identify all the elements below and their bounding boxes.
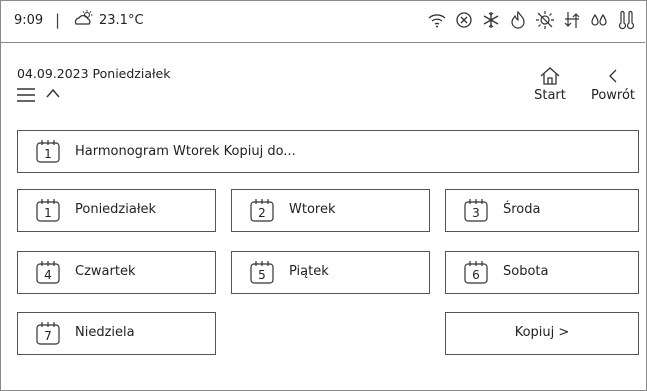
day-label: Poniedziałek — [75, 202, 157, 217]
clock-time: 9:09 — [14, 13, 44, 28]
day-label: Niedziela — [75, 325, 135, 340]
day-number: 7 — [44, 329, 52, 343]
menu-icon[interactable] — [16, 87, 36, 103]
snowflake-icon — [483, 12, 499, 28]
status-separator: | — [55, 11, 61, 29]
day-button-thursday[interactable]: 4 Czwartek — [17, 251, 216, 294]
day-button-sunday[interactable]: 7 Niedziela — [17, 312, 216, 355]
day-label: Wtorek — [289, 202, 336, 217]
day-label: Sobota — [503, 264, 549, 279]
calendar-number: 1 — [44, 147, 52, 161]
calendar-icon: 5 — [250, 260, 274, 284]
calendar-icon: 1 — [36, 139, 60, 163]
current-date: 04.09.2023 Poniedziałek — [17, 66, 171, 81]
calendar-icon: 7 — [36, 321, 60, 345]
chevron-up-icon[interactable] — [45, 87, 61, 99]
thermo-icon — [618, 10, 635, 30]
day-button-tuesday[interactable]: 2 Wtorek — [231, 189, 430, 232]
back-label: Powrót — [590, 88, 636, 103]
back-button[interactable]: Powrót — [585, 66, 641, 103]
day-number: 4 — [44, 268, 52, 282]
start-label: Start — [534, 88, 566, 103]
copy-button-label: Kopiuj > — [514, 325, 570, 340]
schedule-copy-header: 1 Harmonogram Wtorek Kopiuj do... — [17, 130, 639, 173]
home-icon — [540, 67, 560, 85]
start-button[interactable]: Start — [528, 66, 572, 103]
status-bar: 9:09 | 23.1°C — [0, 0, 645, 43]
schedule-title: Harmonogram Wtorek Kopiuj do... — [75, 144, 296, 159]
status-icons — [426, 9, 637, 31]
sun-off-icon — [536, 11, 554, 29]
day-label: Piątek — [289, 264, 329, 279]
day-number: 6 — [472, 268, 480, 282]
copy-button[interactable]: Kopiuj > — [445, 312, 639, 355]
calendar-icon: 6 — [464, 260, 488, 284]
calendar-icon: 2 — [250, 198, 274, 222]
temperature-readout: 23.1°C — [99, 13, 144, 28]
heat-exchange-icon — [564, 12, 580, 28]
chevron-left-icon — [609, 69, 617, 83]
calendar-icon: 4 — [36, 260, 60, 284]
drops-icon — [591, 13, 607, 26]
calendar-icon: 1 — [36, 198, 60, 222]
wifi-icon — [428, 14, 446, 28]
day-button-monday[interactable]: 1 Poniedziałek — [17, 189, 216, 232]
day-number: 1 — [44, 206, 52, 220]
day-number: 3 — [472, 206, 480, 220]
day-number: 5 — [258, 268, 266, 282]
flame-icon — [511, 10, 525, 29]
calendar-icon: 3 — [464, 198, 488, 222]
day-button-wednesday[interactable]: 3 Środa — [445, 189, 639, 232]
weather-icon — [74, 10, 93, 25]
day-button-saturday[interactable]: 6 Sobota — [445, 251, 639, 294]
day-label: Środa — [503, 202, 541, 217]
day-label: Czwartek — [75, 264, 136, 279]
day-button-friday[interactable]: 5 Piątek — [231, 251, 430, 294]
day-number: 2 — [258, 206, 266, 220]
circle-x-icon — [456, 12, 472, 28]
